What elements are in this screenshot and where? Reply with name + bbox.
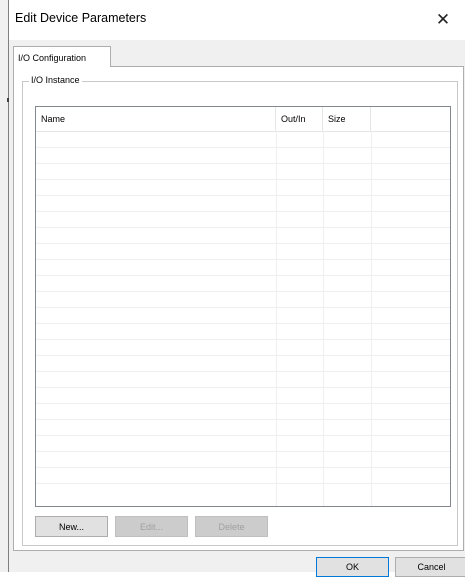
list-row-divider <box>36 291 450 292</box>
list-row-divider <box>36 147 450 148</box>
list-row-divider <box>36 275 450 276</box>
tab-panel-io-configuration: I/O Instance Name Out/In Size New... Edi… <box>13 66 464 551</box>
column-divider <box>276 131 277 506</box>
list-row-divider <box>36 307 450 308</box>
list-row-divider <box>36 371 450 372</box>
io-instance-group-label: I/O Instance <box>29 75 82 85</box>
list-row-divider <box>36 355 450 356</box>
delete-button[interactable]: Delete <box>195 516 268 537</box>
title-bar[interactable]: Edit Device Parameters ✕ <box>9 0 465 40</box>
list-row-divider <box>36 467 450 468</box>
list-header: Name Out/In Size <box>36 107 450 132</box>
list-row-divider <box>36 163 450 164</box>
list-row-divider <box>36 483 450 484</box>
column-divider <box>323 131 324 506</box>
cancel-button[interactable]: Cancel <box>395 557 465 577</box>
column-header-out-in[interactable]: Out/In <box>276 107 323 131</box>
list-row-divider <box>36 419 450 420</box>
list-row-divider <box>36 227 450 228</box>
tab-io-configuration[interactable]: I/O Configuration <box>13 46 111 67</box>
edit-device-parameters-dialog: Edit Device Parameters ✕ I/O Configurati… <box>0 0 465 577</box>
list-row-divider <box>36 435 450 436</box>
list-row-divider <box>36 403 450 404</box>
column-header-blank[interactable] <box>371 107 450 131</box>
io-instance-groupbox: I/O Instance Name Out/In Size New... Edi… <box>22 75 458 546</box>
list-row-divider <box>36 387 450 388</box>
new-button[interactable]: New... <box>35 516 108 537</box>
list-row-divider <box>36 451 450 452</box>
list-row-divider <box>36 179 450 180</box>
ok-button[interactable]: OK <box>316 557 389 577</box>
list-row-divider <box>36 243 450 244</box>
list-row-divider <box>36 339 450 340</box>
list-row-divider <box>36 195 450 196</box>
window-title: Edit Device Parameters <box>15 11 147 25</box>
io-instance-list[interactable]: Name Out/In Size <box>35 106 451 507</box>
list-row-divider <box>36 323 450 324</box>
column-header-name[interactable]: Name <box>36 107 276 131</box>
list-row-divider <box>36 211 450 212</box>
column-header-size[interactable]: Size <box>323 107 371 131</box>
close-icon[interactable]: ✕ <box>421 0 465 40</box>
column-divider <box>371 131 372 506</box>
dialog-client-area: I/O Configuration I/O Instance Name Out/… <box>9 40 465 577</box>
background-window-edge <box>0 0 8 572</box>
list-row-divider <box>36 259 450 260</box>
edit-button[interactable]: Edit... <box>115 516 188 537</box>
